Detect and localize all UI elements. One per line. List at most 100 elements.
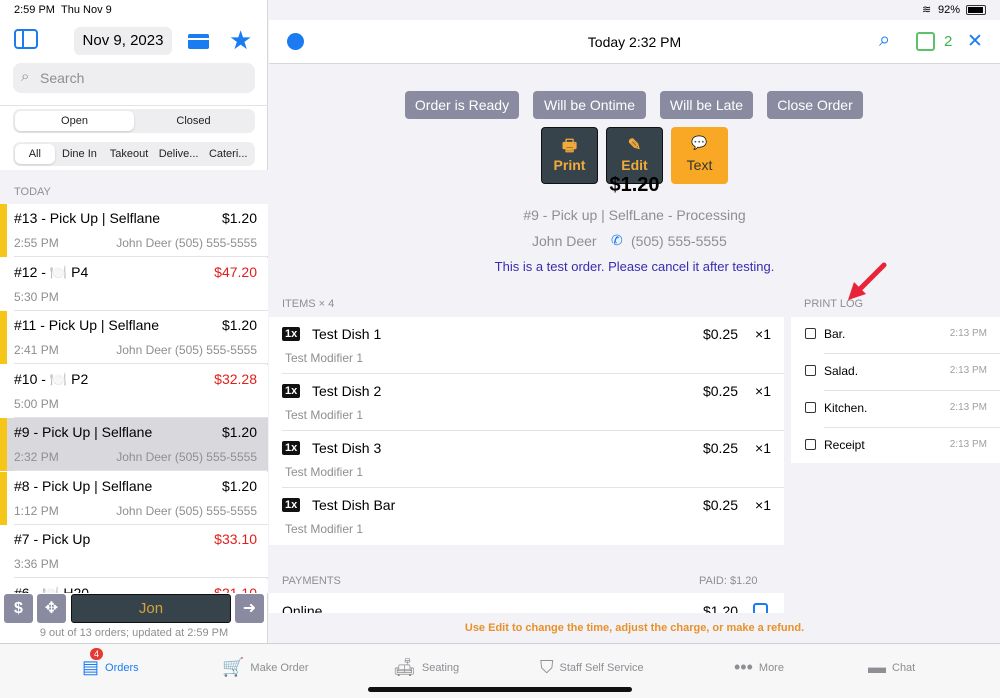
- order-title: #11 - Pick Up | Selflane: [14, 317, 160, 333]
- order-time: 2:55 PM: [14, 236, 59, 250]
- tab-catering[interactable]: Cateri...: [203, 144, 253, 164]
- payment-method: Online: [282, 603, 323, 613]
- logout-icon[interactable]: ➜: [235, 594, 264, 623]
- close-order-button[interactable]: Close Order: [767, 91, 863, 119]
- order-ready-button[interactable]: Order is Ready: [405, 91, 519, 119]
- payment-row[interactable]: Online $1.20: [269, 593, 784, 613]
- order-row[interactable]: #9 - Pick Up | Selflane $1.20 2:32 PM Jo…: [0, 418, 268, 471]
- tab-label: Orders: [105, 661, 139, 674]
- printer-name: Receipt: [824, 438, 865, 452]
- tab-staff-self-service[interactable]: ⛉ Staff Self Service: [540, 657, 644, 678]
- print-time: 2:13 PM: [949, 439, 987, 450]
- tab-make-order[interactable]: 🛒 Make Order: [222, 657, 309, 678]
- section-today: TODAY: [14, 186, 51, 198]
- order-detail-panel: Today 2:32 PM ⌕ 2 ✕ Order is Ready Will …: [269, 20, 1000, 643]
- credit-card-icon[interactable]: [188, 34, 209, 49]
- tab-more[interactable]: ••• More: [734, 657, 784, 678]
- tab-takeout[interactable]: Takeout: [104, 144, 154, 164]
- battery-icon: [966, 5, 986, 15]
- order-price: $21.10: [214, 584, 257, 594]
- order-subtitle: #9 - Pick up | SelfLane - Processing: [523, 207, 746, 223]
- order-time: 5:30 PM: [14, 289, 59, 304]
- tab-delivery[interactable]: Delive...: [154, 144, 204, 164]
- item-name: Test Dish Bar: [312, 497, 396, 513]
- item-row[interactable]: 1x Test Dish 1 Test Modifier 1 $0.25 ×1: [269, 317, 784, 374]
- tab-open[interactable]: Open: [15, 111, 134, 131]
- print-log-entry[interactable]: Salad. 2:13 PM: [791, 354, 1000, 391]
- print-log-entry[interactable]: Kitchen. 2:13 PM: [791, 391, 1000, 428]
- order-title: #8 - Pick Up | Selflane: [14, 477, 153, 494]
- order-time: 5:00 PM: [14, 396, 59, 411]
- status-segmented-control: Open Closed: [13, 109, 255, 133]
- tab-label: Make Order: [250, 661, 309, 674]
- search-icon[interactable]: ⌕: [879, 29, 890, 52]
- order-price: $1.20: [221, 477, 257, 494]
- order-row[interactable]: #8 - Pick Up | Selflane $1.20 1:12 PM Jo…: [0, 471, 268, 525]
- user-button[interactable]: Jon: [71, 594, 231, 623]
- will-be-ontime-button[interactable]: Will be Ontime: [533, 91, 646, 119]
- sms-icon: 💬: [691, 135, 708, 150]
- print-log-entry[interactable]: Bar. 2:13 PM: [791, 317, 1000, 354]
- item-count: ×1: [755, 497, 771, 513]
- type-segmented-control: All Dine In Takeout Delive... Cateri...: [13, 142, 255, 166]
- tab-seating[interactable]: 🛋 Seating: [393, 657, 459, 678]
- sidebar-toggle-icon[interactable]: [14, 29, 38, 49]
- order-row[interactable]: #10 - 🍽️ P2 $32.28 5:00 PM: [0, 364, 268, 418]
- item-row[interactable]: 1x Test Dish 2 Test Modifier 1 $0.25 ×1: [269, 374, 784, 431]
- payments-header: PAYMENTS: [282, 575, 341, 587]
- red-arrow-annotation: [848, 262, 887, 300]
- order-time: 2:41 PM: [14, 343, 59, 357]
- order-time: 3:36 PM: [14, 557, 59, 571]
- item-row[interactable]: 1x Test Dish Bar Test Modifier 1 $0.25 ×…: [269, 488, 784, 545]
- cash-button[interactable]: $: [4, 594, 33, 623]
- printer-count: 2: [944, 33, 953, 50]
- search-input[interactable]: ⌕ Search: [13, 63, 255, 93]
- printer-name: Bar.: [824, 327, 846, 341]
- orders-badge: 4: [90, 648, 104, 660]
- print-time: 2:13 PM: [949, 365, 987, 376]
- tab-closed[interactable]: Closed: [134, 111, 253, 131]
- phone-icon[interactable]: ✆: [611, 232, 623, 249]
- order-title: #7 - Pick Up: [14, 531, 91, 547]
- tab-dine-in[interactable]: Dine In: [55, 144, 105, 164]
- star-icon[interactable]: ★: [229, 26, 252, 54]
- customer-phone[interactable]: (505) 555-5555: [631, 233, 727, 249]
- search-placeholder: Search: [40, 70, 85, 86]
- order-row[interactable]: #11 - Pick Up | Selflane $1.20 2:41 PM J…: [0, 311, 268, 364]
- wifi-icon: ≋: [922, 4, 932, 16]
- status-date: Thu Nov 9: [61, 4, 112, 16]
- close-icon[interactable]: ✕: [967, 30, 983, 53]
- order-title: #9 - Pick Up | Selflane: [14, 424, 153, 440]
- status-flag: [0, 471, 7, 525]
- print-log-entry[interactable]: Receipt 2:13 PM: [791, 428, 1000, 465]
- item-name: Test Dish 2: [312, 383, 382, 399]
- order-row[interactable]: #12 - 🍽️ P4 $47.20 5:30 PM: [0, 257, 268, 311]
- item-modifier: Test Modifier 1: [285, 351, 364, 365]
- order-time: 2:32 PM: [14, 450, 59, 464]
- item-modifier: Test Modifier 1: [285, 465, 364, 479]
- order-title: #12 - 🍽️ P4: [14, 263, 89, 280]
- status-flag: [0, 418, 7, 471]
- date-picker[interactable]: Nov 9, 2023: [74, 27, 172, 55]
- tab-all[interactable]: All: [15, 144, 55, 164]
- order-time: 1:12 PM: [14, 503, 59, 518]
- pencil-icon: ✎: [627, 137, 642, 154]
- order-row[interactable]: #7 - Pick Up $33.10 3:36 PM: [0, 525, 268, 578]
- item-row[interactable]: 1x Test Dish 3 Test Modifier 1 $0.25 ×1: [269, 431, 784, 488]
- payment-amount: $1.20: [703, 603, 739, 613]
- order-list[interactable]: #13 - Pick Up | Selflane $1.20 2:55 PM J…: [0, 204, 268, 593]
- printed-check-icon: [805, 402, 816, 413]
- printer-icon[interactable]: [753, 603, 768, 613]
- tab-orders[interactable]: ▤ 4 Orders: [82, 648, 139, 678]
- order-total: $1.20: [609, 174, 660, 196]
- order-row[interactable]: #6 - 🍽️ H20 $21.10: [0, 578, 268, 594]
- move-icon[interactable]: ✥: [37, 594, 66, 623]
- tab-chat[interactable]: ▬ Chat: [868, 657, 915, 678]
- will-be-late-button[interactable]: Will be Late: [660, 91, 753, 119]
- order-price: $1.20: [221, 210, 257, 226]
- paid-amount: PAID: $1.20: [699, 575, 758, 587]
- order-row[interactable]: #13 - Pick Up | Selflane $1.20 2:55 PM J…: [0, 204, 268, 257]
- status-flag: [0, 311, 7, 364]
- print-time: 2:13 PM: [949, 402, 987, 413]
- printer-icon[interactable]: [916, 32, 935, 51]
